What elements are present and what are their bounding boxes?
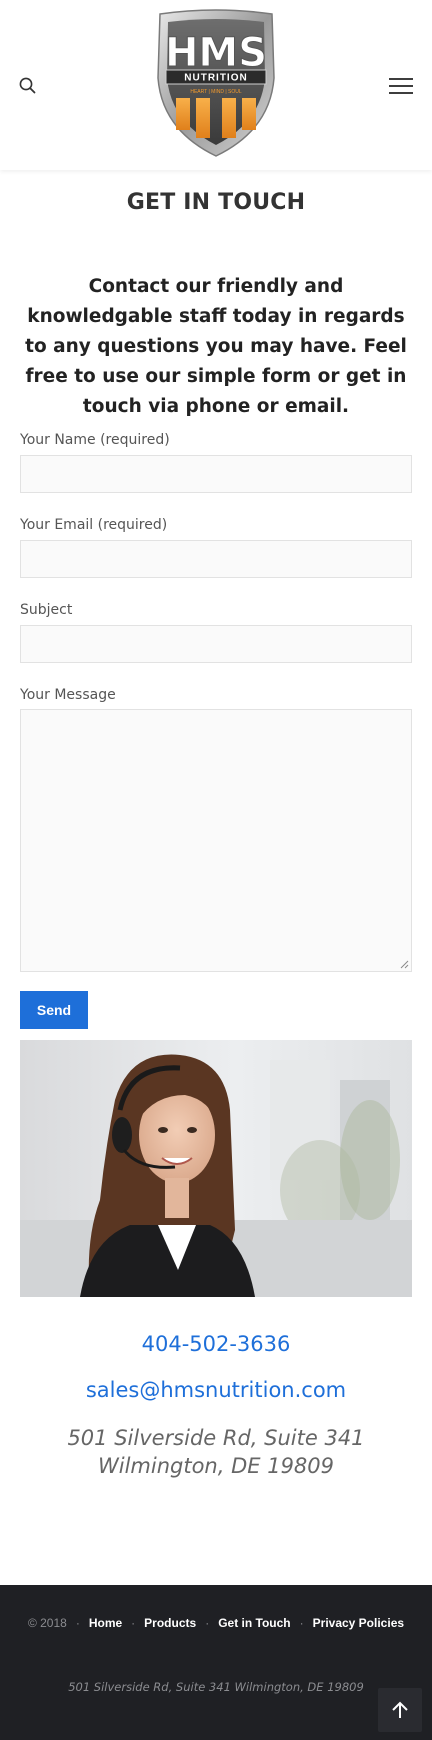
subject-input[interactable] xyxy=(20,625,412,663)
footer-link-home[interactable]: Home xyxy=(89,1616,122,1630)
page-title: GET IN TOUCH xyxy=(126,190,306,215)
message-textarea[interactable] xyxy=(20,709,412,972)
footer-nav: © 2018 · Home · Products · Get in Touch … xyxy=(0,1616,432,1630)
support-agent-photo xyxy=(20,1040,412,1297)
separator-dot: · xyxy=(131,1616,136,1630)
hamburger-menu-icon xyxy=(389,78,413,94)
footer-link-get-in-touch[interactable]: Get in Touch xyxy=(218,1616,290,1630)
back-to-top-button[interactable] xyxy=(378,1688,422,1732)
arrow-up-icon xyxy=(392,1701,408,1718)
name-label: Your Name (required) xyxy=(20,432,170,448)
intro-text: Contact our friendly and knowledgable st… xyxy=(25,276,407,417)
message-label: Your Message xyxy=(20,687,116,703)
footer-link-products[interactable]: Products xyxy=(144,1616,196,1630)
separator-dot: · xyxy=(205,1616,210,1630)
logo-tagline: HEART | MIND | SOUL xyxy=(190,89,242,95)
footer-address: 501 Silverside Rd, Suite 341 Wilmington,… xyxy=(68,1680,364,1694)
contact-phone-link[interactable]: 404-502-3636 xyxy=(0,1332,432,1356)
search-icon xyxy=(19,77,36,94)
contact-address-line2: Wilmington, DE 19809 xyxy=(97,1454,335,1478)
separator-dot: · xyxy=(299,1616,304,1630)
resize-grip-icon[interactable] xyxy=(399,959,409,969)
site-footer xyxy=(0,1585,432,1740)
hms-nutrition-logo[interactable]: NUTRITION HEART | MIND | SOUL HMS xyxy=(148,8,284,160)
email-label: Your Email (required) xyxy=(20,517,168,533)
logo-text: HMS xyxy=(165,30,267,76)
send-button[interactable]: Send xyxy=(20,991,88,1029)
subject-label: Subject xyxy=(20,602,73,618)
separator-dot: · xyxy=(75,1616,80,1630)
contact-address-line1: 501 Silverside Rd, Suite 341 xyxy=(67,1426,365,1450)
email-input[interactable] xyxy=(20,540,412,578)
name-input[interactable] xyxy=(20,455,412,493)
search-button[interactable] xyxy=(18,76,38,96)
menu-button[interactable] xyxy=(389,76,413,96)
contact-email-link[interactable]: sales@hmsnutrition.com xyxy=(0,1378,432,1402)
footer-link-privacy-policies[interactable]: Privacy Policies xyxy=(313,1616,404,1630)
copyright-text: © 2018 xyxy=(27,1616,67,1630)
site-header: NUTRITION HEART | MIND | SOUL HMS xyxy=(0,0,432,170)
